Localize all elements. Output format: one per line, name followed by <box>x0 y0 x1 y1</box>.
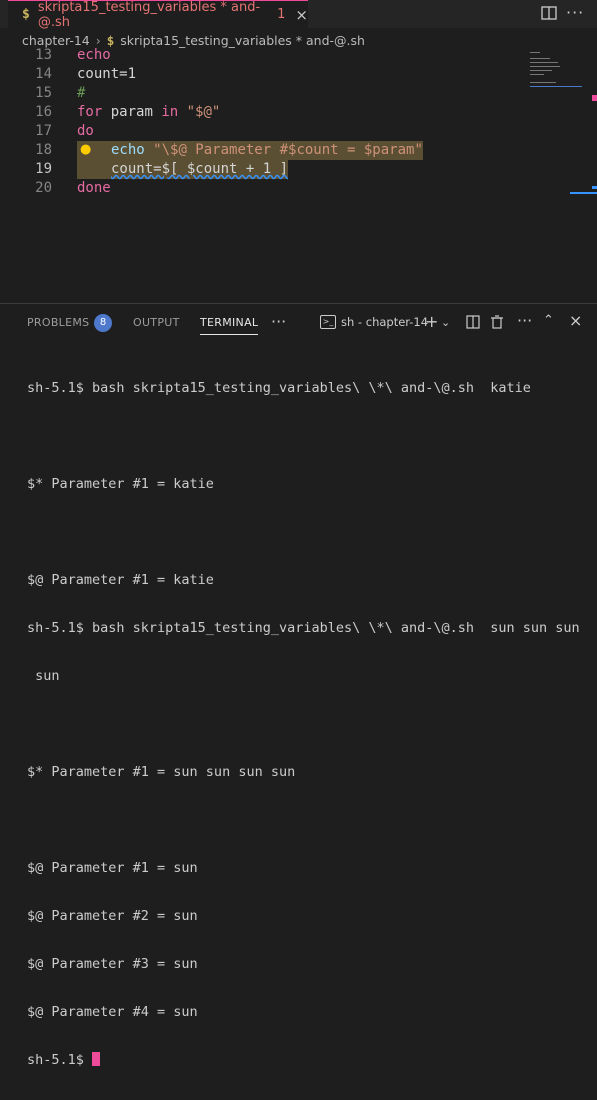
trash-icon[interactable] <box>490 314 504 330</box>
tab-terminal[interactable]: TERMINAL <box>200 316 259 335</box>
terminal-line: $* Parameter #1 = katie <box>27 476 214 492</box>
code-line: 14 count=1 <box>0 65 597 84</box>
line-number: 13 <box>35 48 52 63</box>
terminal-name: sh - chapter-14 <box>341 315 429 329</box>
code-string: "$@" <box>178 104 221 120</box>
tab-output[interactable]: OUTPUT <box>133 316 180 329</box>
terminal-line: $@ Parameter #3 = sun <box>27 956 198 972</box>
terminal-line: $@ Parameter #4 = sun <box>27 1004 198 1020</box>
code-line: 16 for param in "$@" <box>0 103 597 122</box>
terminal-prompt-line[interactable]: sh-5.1$ <box>27 1052 592 1068</box>
terminal-line: $@ Parameter #1 = katie <box>27 572 214 588</box>
breadcrumb: chapter-14 › $ skripta15_testing_variabl… <box>0 30 597 50</box>
terminal-line: sun <box>27 668 60 684</box>
code-editor[interactable]: 13 echo 14 count=1 15 # 16 for param in … <box>0 48 597 303</box>
code-text: # <box>77 85 86 101</box>
lightbulb-icon[interactable]: ● <box>80 142 91 157</box>
code-line: 13 echo <box>0 48 597 65</box>
scrollbar-marker <box>570 192 597 194</box>
code-keyword: in <box>161 104 179 120</box>
terminal-line: sh-5.1$ bash skripta15_testing_variables… <box>27 620 580 636</box>
shell-file-icon: $ <box>22 7 30 22</box>
code-line: 17 do <box>0 122 597 141</box>
close-panel-icon[interactable]: × <box>569 311 582 330</box>
panel-tab-bar: PROBLEMS 8 OUTPUT TERMINAL ··· >_ sh - c… <box>0 304 597 342</box>
code-line: 20 done <box>0 179 597 198</box>
ellipsis-icon[interactable]: ··· <box>517 311 532 330</box>
terminal-line: sh-5.1$ bash skripta15_testing_variables… <box>27 380 531 396</box>
line-number: 20 <box>35 180 52 196</box>
bottom-panel: PROBLEMS 8 OUTPUT TERMINAL ··· >_ sh - c… <box>0 303 597 1068</box>
terminal-prompt: sh-5.1$ <box>27 1052 93 1068</box>
code-line: 15 # <box>0 84 597 103</box>
code-text: for param in "$@" <box>77 103 220 122</box>
code-text: do <box>77 123 94 139</box>
breadcrumb-folder[interactable]: chapter-14 <box>22 33 90 48</box>
line-number: 18 <box>35 142 52 158</box>
code-line: 19 count=$[ $count + 1 ] <box>0 160 597 179</box>
tab-problem-count: 1 <box>277 7 286 22</box>
breadcrumb-file[interactable]: skripta15_testing_variables * and-@.sh <box>120 33 365 48</box>
terminal-line: $@ Parameter #2 = sun <box>27 908 198 924</box>
terminal-selector[interactable]: >_ sh - chapter-14 <box>320 315 428 329</box>
code-text: count=1 <box>77 66 137 82</box>
shell-file-icon: $ <box>106 32 115 48</box>
more-actions-icon[interactable]: ··· <box>566 3 584 22</box>
line-number: 15 <box>35 85 52 101</box>
line-number: 16 <box>35 104 52 120</box>
scrollbar-marker <box>592 186 597 189</box>
code-text: done <box>77 180 111 196</box>
tab-filename: skripta15_testing_variables * and-@.sh <box>37 0 261 30</box>
tab-problems[interactable]: PROBLEMS <box>27 316 89 329</box>
terminal-icon: >_ <box>320 315 336 329</box>
line-number: 19 <box>35 161 52 177</box>
editor-tab[interactable]: $ skripta15_testing_variables * and-@.sh… <box>8 0 308 30</box>
terminal-line: $@ Parameter #1 = sun <box>27 860 198 876</box>
minimap[interactable] <box>528 48 584 108</box>
add-terminal-icon[interactable]: + <box>425 312 438 331</box>
code-text: echo <box>77 48 111 63</box>
code-text: echo "\$@ Parameter #$count = $param" <box>77 141 423 160</box>
chevron-down-icon[interactable]: ⌄ <box>441 316 450 329</box>
split-editor-icon[interactable] <box>540 4 558 22</box>
code-keyword: for <box>77 104 103 120</box>
problems-badge: 8 <box>94 314 112 332</box>
split-terminal-icon[interactable] <box>465 314 481 330</box>
terminal-output[interactable]: sh-5.1$ bash skripta15_testing_variables… <box>27 348 592 1100</box>
line-number: 17 <box>35 123 52 139</box>
line-number: 14 <box>35 66 52 82</box>
code-command: echo <box>111 142 154 158</box>
tab-bar: $ skripta15_testing_variables * and-@.sh… <box>0 0 597 30</box>
more-views-icon[interactable]: ··· <box>271 312 286 331</box>
close-tab-icon[interactable]: × <box>295 6 308 24</box>
scrollbar-marker <box>592 95 597 101</box>
code-token: param <box>102 104 162 120</box>
maximize-panel-icon[interactable]: ⌃ <box>543 313 554 328</box>
code-text: count=$[ $count + 1 ] <box>77 160 289 179</box>
chevron-right-icon: › <box>95 32 101 48</box>
code-arith: count=$[ $count + 1 ] <box>111 161 289 177</box>
terminal-line: $* Parameter #1 = sun sun sun sun <box>27 764 296 780</box>
code-string: "\$@ Parameter #$count = $param" <box>153 142 423 158</box>
terminal-cursor <box>92 1052 101 1066</box>
